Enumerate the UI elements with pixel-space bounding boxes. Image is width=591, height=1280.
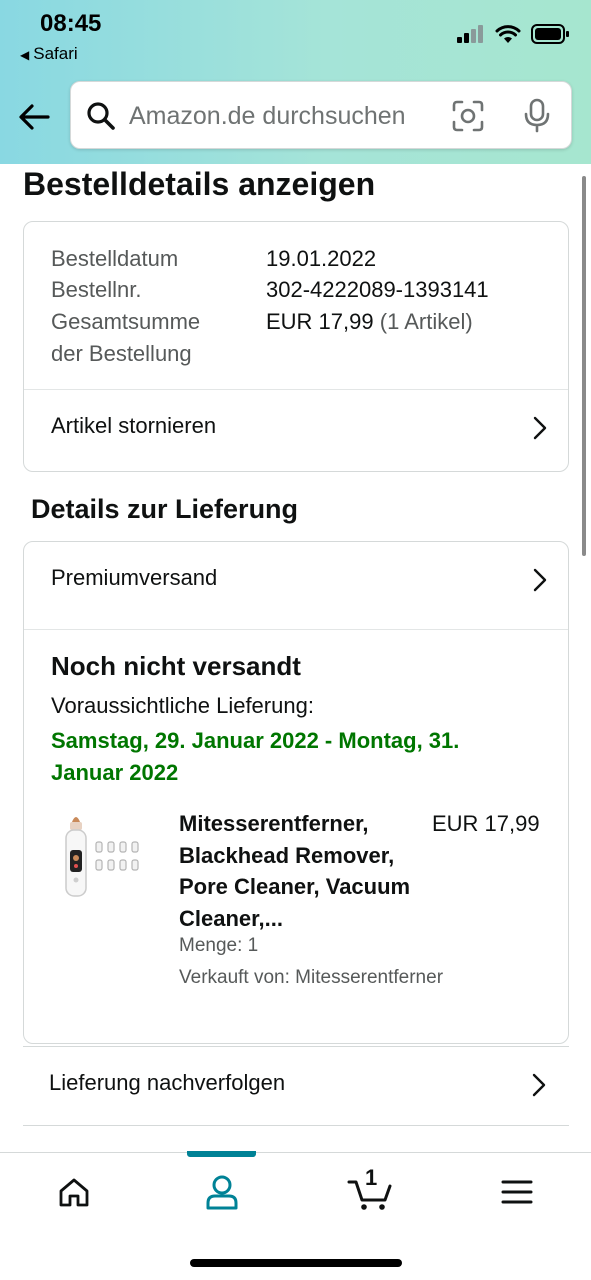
delivery-card: Premiumversand Noch nicht versandt Vorau…: [23, 541, 569, 1044]
chevron-right-icon: [533, 416, 547, 440]
product-quantity: Menge: 1: [179, 935, 259, 956]
account-icon: [206, 1175, 238, 1210]
order-total-label-1: Gesamtsumme: [51, 309, 201, 334]
chevron-right-icon: [532, 1073, 546, 1097]
divider: [24, 629, 568, 630]
status-icons: [457, 24, 569, 44]
bottom-nav: 1: [0, 1151, 591, 1280]
product-title-link[interactable]: Mitesserentferner, Blackhead Remover, Po…: [179, 808, 429, 934]
back-app-label: Safari: [33, 44, 78, 63]
back-to-safari[interactable]: ◀ Safari: [20, 44, 78, 64]
camera-scan-icon[interactable]: [451, 99, 485, 133]
order-number-label: Bestellnr.: [51, 277, 142, 302]
home-icon: [59, 1178, 89, 1207]
wifi-icon: [495, 25, 521, 43]
home-indicator: [190, 1259, 402, 1267]
track-delivery-row[interactable]: Lieferung nachverfolgen: [23, 1046, 569, 1126]
back-arrow-icon[interactable]: [16, 98, 54, 136]
cart-count-badge: 1: [365, 1165, 378, 1190]
nav-account[interactable]: [192, 1167, 252, 1217]
order-total-amount: EUR 17,99: [266, 309, 374, 334]
order-summary-card: Bestelldatum 19.01.2022 Bestellnr. 302-4…: [23, 221, 569, 472]
order-total-label-2: der Bestellung: [51, 341, 192, 366]
page-title: Bestelldetails anzeigen: [23, 166, 376, 202]
expected-delivery-label: Voraussichtliche Lieferung:: [51, 693, 314, 718]
battery-icon: [531, 24, 569, 44]
product-price: EUR 17,99: [432, 811, 540, 836]
product-image[interactable]: [52, 808, 152, 908]
back-triangle-icon: ◀: [20, 48, 30, 62]
nav-active-indicator: [187, 1151, 256, 1157]
nav-home[interactable]: [44, 1167, 104, 1217]
cancel-items-row[interactable]: Artikel stornieren: [24, 390, 568, 468]
menu-icon: [501, 1180, 533, 1204]
shipping-method-row[interactable]: Premiumversand: [24, 542, 568, 620]
header: 08:45 ◀ Safari: [0, 0, 591, 164]
shipping-method-label: Premiumversand: [51, 565, 218, 590]
order-date-label: Bestelldatum: [51, 246, 179, 271]
status-time: 08:45: [40, 10, 102, 37]
order-total-items: (1 Artikel): [379, 309, 473, 334]
order-date-value: 19.01.2022: [266, 246, 377, 271]
order-number-value: 302-4222089-1393141: [266, 277, 489, 302]
nav-menu[interactable]: [487, 1167, 547, 1217]
expected-delivery-dates: Samstag, 29. Januar 2022 - Montag, 31. J…: [51, 728, 460, 785]
delivery-section-title: Details zur Lieferung: [31, 494, 299, 524]
microphone-icon[interactable]: [523, 98, 551, 134]
track-delivery-label: Lieferung nachverfolgen: [49, 1070, 286, 1095]
signal-icon: [457, 25, 483, 43]
cancel-items-label: Artikel stornieren: [51, 413, 217, 438]
search-bar[interactable]: [70, 81, 572, 149]
search-icon: [87, 102, 115, 130]
order-total-value: EUR 17,99 (1 Artikel): [266, 306, 473, 338]
product-seller: Verkauft von: Mitesserentferner: [179, 967, 444, 988]
scrollbar[interactable]: [582, 176, 586, 556]
chevron-right-icon: [533, 568, 547, 592]
search-input[interactable]: [129, 98, 429, 134]
shipment-status: Noch nicht versandt: [51, 651, 301, 681]
